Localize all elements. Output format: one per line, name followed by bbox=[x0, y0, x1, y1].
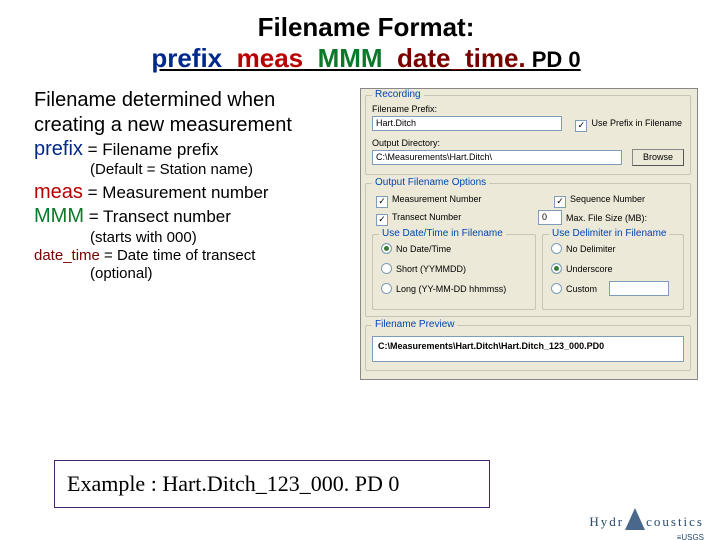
description-text: Filename determined when creating a new … bbox=[34, 88, 344, 380]
intro-line1: Filename determined when bbox=[34, 88, 344, 112]
label-max-filesize: Max. File Size (MB): bbox=[566, 213, 647, 223]
group-recording: Recording Filename Prefix: Hart.Ditch Us… bbox=[365, 95, 691, 175]
group-use-delimiter-label: Use Delimiter in Filename bbox=[549, 228, 669, 239]
checkbox-measurement-number[interactable]: Measurement Number bbox=[376, 194, 482, 208]
radio-no-datetime[interactable]: No Date/Time bbox=[381, 243, 451, 255]
fmt-u1: _ bbox=[222, 43, 236, 73]
fmt-prefix: prefix bbox=[151, 43, 222, 73]
dialog-screenshot: Recording Filename Prefix: Hart.Ditch Us… bbox=[360, 88, 698, 380]
checkbox-transect-number[interactable]: Transect Number bbox=[376, 212, 461, 226]
def-meas-r: = Measurement number bbox=[83, 183, 269, 202]
input-max-filesize[interactable]: 0 bbox=[538, 210, 562, 225]
group-use-delimiter: Use Delimiter in Filename No Delimiter U… bbox=[542, 234, 684, 310]
example-box: Example : Hart.Ditch_123_000. PD 0 bbox=[54, 460, 490, 508]
def-mmm-l: MMM bbox=[34, 205, 84, 227]
logo-usgs: ≡USGS bbox=[677, 533, 704, 540]
fmt-meas: meas bbox=[237, 43, 304, 73]
group-use-datetime-label: Use Date/Time in Filename bbox=[379, 228, 506, 239]
def-mmm-sub: (starts with 000) bbox=[34, 229, 344, 247]
title-format: prefix_meas_MMM_date_time. PD 0 bbox=[34, 43, 698, 74]
group-output-options-label: Output Filename Options bbox=[372, 177, 489, 188]
radio-underscore[interactable]: Underscore bbox=[551, 263, 613, 275]
browse-button[interactable]: Browse bbox=[632, 149, 684, 166]
label-filename-prefix: Filename Prefix: bbox=[372, 104, 437, 114]
checkbox-sequence-number[interactable]: Sequence Number bbox=[554, 194, 645, 208]
group-recording-label: Recording bbox=[372, 89, 424, 100]
radio-no-delimiter[interactable]: No Delimiter bbox=[551, 243, 616, 255]
def-meas-l: meas bbox=[34, 181, 83, 203]
def-prefix-l: prefix bbox=[34, 138, 83, 160]
fmt-ext: PD 0 bbox=[526, 47, 581, 72]
radio-short-date[interactable]: Short (YYMMDD) bbox=[381, 263, 466, 275]
group-use-datetime: Use Date/Time in Filename No Date/Time S… bbox=[372, 234, 536, 310]
logo-left: Hydr bbox=[589, 514, 624, 529]
filename-preview-value: C:\Measurements\Hart.Ditch\Hart.Ditch_12… bbox=[372, 336, 684, 362]
radio-custom[interactable]: Custom bbox=[551, 283, 597, 295]
input-custom-delimiter[interactable] bbox=[609, 281, 669, 296]
def-prefix-r: = Filename prefix bbox=[83, 140, 219, 159]
group-output-options: Output Filename Options Measurement Numb… bbox=[365, 183, 691, 317]
checkbox-use-prefix[interactable]: Use Prefix in Filename bbox=[575, 118, 682, 132]
fmt-datetime: date_time. bbox=[397, 43, 526, 73]
example-label: Example : bbox=[67, 471, 162, 496]
input-filename-prefix[interactable]: Hart.Ditch bbox=[372, 116, 562, 131]
logo-triangle-icon bbox=[625, 508, 645, 530]
label-output-dir: Output Directory: bbox=[372, 138, 440, 148]
def-dt-l: date_time bbox=[34, 247, 100, 264]
example-value: Hart.Ditch_123_000. PD 0 bbox=[162, 471, 399, 496]
def-mmm-r: = Transect number bbox=[84, 207, 231, 226]
fmt-u3: _ bbox=[383, 43, 397, 73]
def-dt-r: = Date time of transect bbox=[100, 247, 256, 264]
radio-long-date[interactable]: Long (YY-MM-DD hhmmss) bbox=[381, 283, 506, 295]
fmt-mmm: MMM bbox=[318, 43, 383, 73]
title-line1: Filename Format: bbox=[34, 14, 698, 41]
logo-right: coustics bbox=[646, 514, 704, 529]
def-dt-sub: (optional) bbox=[34, 265, 344, 283]
intro-line2: creating a new measurement bbox=[34, 113, 344, 137]
def-prefix-sub: (Default = Station name) bbox=[34, 161, 344, 179]
input-output-dir[interactable]: C:\Measurements\Hart.Ditch\ bbox=[372, 150, 622, 165]
group-filename-preview: Filename Preview C:\Measurements\Hart.Di… bbox=[365, 325, 691, 371]
group-filename-preview-label: Filename Preview bbox=[372, 319, 457, 330]
fmt-u2: _ bbox=[303, 43, 317, 73]
logo-hydroacoustics: Hydr coustics bbox=[589, 508, 704, 530]
